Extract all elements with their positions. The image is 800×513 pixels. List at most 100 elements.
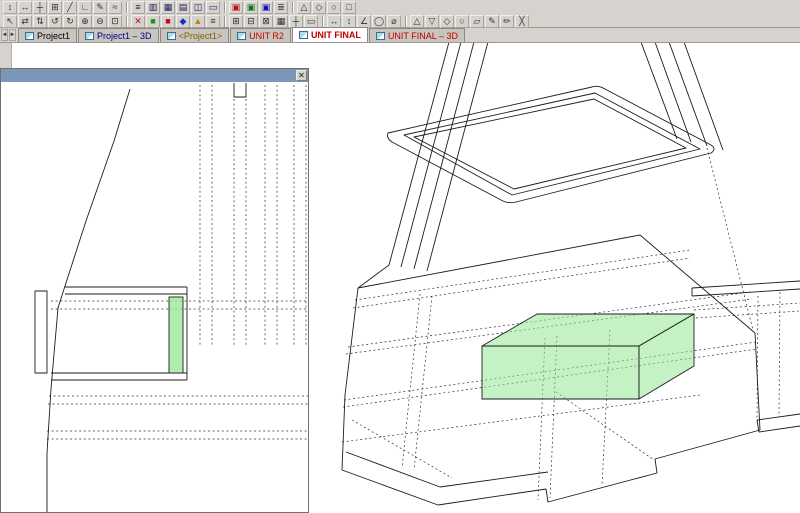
wireframe-2d: [34, 83, 308, 512]
snap-vertical-icon[interactable]: ↕: [3, 0, 17, 14]
tab-label: <Project1>: [178, 30, 223, 41]
dim-radius-icon[interactable]: ◯: [372, 14, 386, 28]
toolbar-separator: [405, 15, 407, 27]
draw-curve-icon[interactable]: ≈: [108, 0, 122, 14]
tab-bar: ◄ ► Project1 Project1 – 3D <Project1> UNIT R…: [0, 27, 800, 43]
select-pointer-icon[interactable]: ↖: [3, 14, 17, 28]
selection-highlight-2d: [168, 296, 184, 374]
tab-project1-3d[interactable]: Project1 – 3D: [78, 28, 159, 42]
toolbar-separator: [126, 15, 128, 27]
layer-green-icon[interactable]: ▣: [244, 0, 258, 14]
table-remove-icon[interactable]: ⊟: [244, 14, 258, 28]
status-green-icon[interactable]: ■: [146, 14, 160, 28]
layer-list-icon[interactable]: ≣: [274, 0, 288, 14]
rotate-right-icon[interactable]: ↻: [63, 14, 77, 28]
tab-unit-final[interactable]: UNIT FINAL: [291, 27, 368, 42]
tool-invert-triangle-icon[interactable]: ▽: [425, 14, 439, 28]
drawing-sheet-icon: [25, 31, 34, 40]
tool-triangle-icon[interactable]: △: [410, 14, 424, 28]
grid-toggle-icon[interactable]: ▦: [274, 14, 288, 28]
toolbar-separator: [224, 1, 226, 13]
draw-line-icon[interactable]: ╱: [63, 0, 77, 14]
tool-circle-icon[interactable]: ○: [455, 14, 469, 28]
view-frame-icon[interactable]: ▭: [206, 0, 220, 14]
drawing-canvas-2d[interactable]: [1, 82, 308, 512]
wireframe-3d-solid-lines: [341, 43, 800, 506]
frame-toggle-icon[interactable]: ▭: [304, 14, 318, 28]
draw-corner-icon[interactable]: ∟: [78, 0, 92, 14]
tab-label: UNIT FINAL – 3D: [387, 30, 458, 41]
view-list-icon[interactable]: ≡: [131, 0, 145, 14]
toolbar-row-2: ↖ ⇄ ⇅ ↺ ↻ ⊕ ⊖ ⊡ ✕ ■ ■ ◆ ▲ ≡ ⊞ ⊟ ⊠ ▦ ┼ ▭ ↔ ↕ ∠ ◯ ⌀ △ ▽ ◇ ○ ▱ ✎ ✏ ╳: [0, 14, 800, 28]
toolbar-separator: [322, 15, 324, 27]
view-grid-icon[interactable]: ▦: [161, 0, 175, 14]
shape-triangle-icon[interactable]: △: [297, 0, 311, 14]
tab-label: Project1: [37, 30, 71, 41]
draw-pencil-icon[interactable]: ✎: [93, 0, 107, 14]
dim-vertical-icon[interactable]: ↕: [342, 14, 356, 28]
view-split-icon[interactable]: ◫: [191, 0, 205, 14]
zoom-in-icon[interactable]: ⊕: [78, 14, 92, 28]
dim-horizontal-icon[interactable]: ↔: [327, 14, 341, 28]
pan-horizontal-icon[interactable]: ⇄: [18, 14, 32, 28]
tab-label: UNIT FINAL: [310, 30, 361, 40]
drawing-sheet-icon: [375, 31, 385, 40]
main-toolbar: ↕ ↔ ┼ ⊞ ╱ ∟ ✎ ≈ ≡ ▥ ▦ ▤ ◫ ▭ ▣ ▣ ▣ ≣ △ ◇ ○ □ ↖ ⇄ ⇅ ↺ ↻ ⊕ ⊖ ⊡ ✕ ■ ■ ◆ ▲ ≡ ⊞ ⊟ ⊠…: [0, 0, 800, 28]
axes-toggle-icon[interactable]: ┼: [289, 14, 303, 28]
snap-cross-icon[interactable]: ┼: [33, 0, 47, 14]
bracket-outline: [34, 290, 48, 374]
view-columns-icon[interactable]: ▥: [146, 0, 160, 14]
dim-diameter-icon[interactable]: ⌀: [387, 14, 401, 28]
table-close-icon[interactable]: ⊠: [259, 14, 273, 28]
rotate-left-icon[interactable]: ↺: [48, 14, 62, 28]
status-blue-icon[interactable]: ◆: [176, 14, 190, 28]
tab-unit-final-3d[interactable]: UNIT FINAL – 3D: [368, 28, 465, 42]
selection-highlight-3d: [481, 313, 695, 400]
zoom-window-icon[interactable]: ⊡: [108, 14, 122, 28]
dim-angle-icon[interactable]: ∠: [357, 14, 371, 28]
tab-scroll-right[interactable]: ►: [9, 29, 16, 41]
table-add-icon[interactable]: ⊞: [229, 14, 243, 28]
tool-pencil-icon[interactable]: ✎: [485, 14, 499, 28]
tab-scroll-left[interactable]: ◄: [1, 29, 8, 41]
drawing-sheet-icon: [166, 31, 176, 40]
snap-horizontal-icon[interactable]: ↔: [18, 0, 32, 14]
tool-cross-icon[interactable]: ╳: [515, 14, 529, 28]
tool-pen-icon[interactable]: ✏: [500, 14, 514, 28]
view-rows-icon[interactable]: ▤: [176, 0, 190, 14]
properties-list-icon[interactable]: ≡: [206, 14, 220, 28]
status-red-icon[interactable]: ■: [161, 14, 175, 28]
cad-app-window: ↕ ↔ ┼ ⊞ ╱ ∟ ✎ ≈ ≡ ▥ ▦ ▤ ◫ ▭ ▣ ▣ ▣ ≣ △ ◇ ○ □ ↖ ⇄ ⇅ ↺ ↻ ⊕ ⊖ ⊡ ✕ ■ ■ ◆ ▲ ≡ ⊞ ⊟ ⊠…: [0, 0, 800, 513]
shape-circle-icon[interactable]: ○: [327, 0, 341, 14]
panel-titlebar[interactable]: ✕: [1, 69, 308, 82]
wireframe-2d-solid-lines: [34, 83, 247, 512]
tab-project1[interactable]: <Project1>: [159, 28, 230, 42]
wireframe-2d-hidden-lines: [47, 85, 308, 440]
detail-panel-window: ✕: [0, 68, 309, 513]
tool-diamond-icon[interactable]: ◇: [440, 14, 454, 28]
toolbar-separator: [126, 1, 128, 13]
toolbar-row-1: ↕ ↔ ┼ ⊞ ╱ ∟ ✎ ≈ ≡ ▥ ▦ ▤ ◫ ▭ ▣ ▣ ▣ ≣ △ ◇ ○ □: [0, 0, 800, 14]
drawing-sheet-icon: [85, 31, 95, 40]
drawing-tabs: Project1 Project1 – 3D <Project1> UNIT R2 UN…: [18, 27, 466, 42]
snap-grid-icon[interactable]: ⊞: [48, 0, 62, 14]
zoom-out-icon[interactable]: ⊖: [93, 14, 107, 28]
tab-project1[interactable]: Project1: [18, 28, 78, 42]
tab-scroll-buttons: ◄ ►: [0, 28, 18, 42]
tab-label: UNIT R2: [249, 30, 284, 41]
toolbar-separator: [292, 1, 294, 13]
shape-square-icon[interactable]: □: [342, 0, 356, 14]
panel-close-button[interactable]: ✕: [296, 70, 307, 81]
pan-vertical-icon[interactable]: ⇅: [33, 14, 47, 28]
status-warn-icon[interactable]: ▲: [191, 14, 205, 28]
shape-diamond-icon[interactable]: ◇: [312, 0, 326, 14]
tool-parallelogram-icon[interactable]: ▱: [470, 14, 484, 28]
tab-unit-r2[interactable]: UNIT R2: [230, 28, 291, 42]
toolbar-separator: [224, 15, 226, 27]
highlight-slab-front-face: [481, 345, 640, 400]
layer-blue-icon[interactable]: ▣: [259, 0, 273, 14]
tab-label: Project1 – 3D: [97, 30, 152, 41]
delete-mark-icon[interactable]: ✕: [131, 14, 145, 28]
drawing-sheet-icon: [237, 31, 247, 40]
layer-red-icon[interactable]: ▣: [229, 0, 243, 14]
